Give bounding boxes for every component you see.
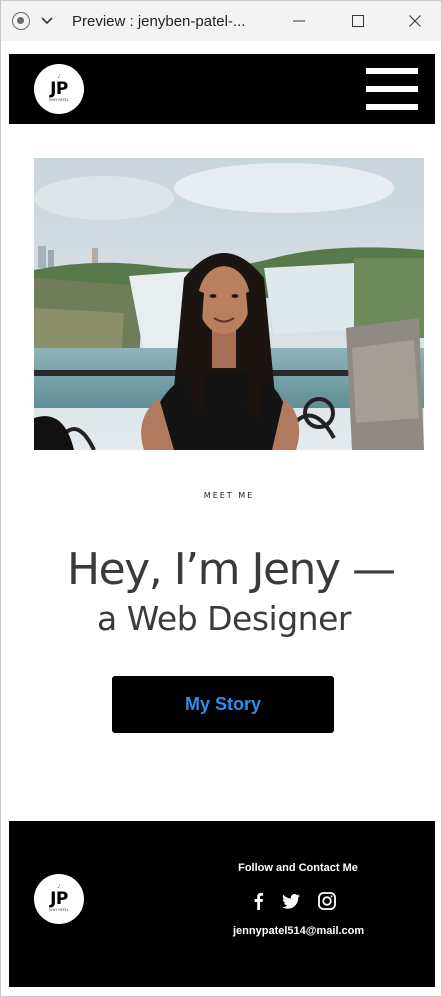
title-bar: Preview : jenyben-patel-... — [1, 1, 441, 41]
menu-bar — [366, 68, 418, 74]
maximize-icon — [352, 15, 364, 27]
instagram-icon[interactable] — [317, 891, 337, 911]
page-content: ♪ JP JENY PATEL MEET ME Hey, I’m Jeny — … — [9, 54, 435, 987]
follow-title: Follow and Contact Me — [238, 862, 358, 874]
headline-line-2: a Web Designer — [97, 599, 351, 638]
logo-subtitle: JENY PATEL — [49, 908, 69, 912]
close-button[interactable] — [402, 9, 428, 33]
twitter-icon[interactable] — [281, 891, 301, 911]
menu-bar — [366, 104, 418, 110]
site-footer: ♪ JP JENY PATEL Follow and Contact Me je… — [9, 821, 435, 987]
headline-line-1: Hey, I’m Jeny — — [67, 544, 396, 595]
eyebrow-text: MEET ME — [203, 491, 255, 500]
minimize-button[interactable] — [286, 9, 312, 33]
hero-photo — [34, 158, 424, 450]
logo-subtitle: JENY PATEL — [49, 98, 69, 102]
site-header: ♪ JP JENY PATEL — [9, 54, 435, 124]
logo-monogram: JP — [50, 889, 68, 909]
window-title: Preview : jenyben-patel-... — [72, 13, 246, 30]
logo-monogram: JP — [50, 79, 68, 99]
footer-logo[interactable]: ♪ JP JENY PATEL — [34, 874, 84, 924]
chevron-down-icon[interactable] — [39, 12, 55, 28]
record-icon[interactable] — [12, 12, 30, 30]
maximize-button[interactable] — [345, 9, 371, 33]
menu-bar — [366, 86, 418, 92]
menu-button[interactable] — [366, 68, 418, 110]
my-story-button[interactable]: My Story — [112, 676, 334, 733]
facebook-icon[interactable] — [248, 891, 268, 911]
minimize-icon — [293, 20, 305, 22]
browser-window: Preview : jenyben-patel-... ♪ JP JENY PA… — [0, 0, 442, 997]
close-icon — [409, 15, 421, 27]
portrait-image — [34, 158, 424, 450]
contact-email-link[interactable]: jennypatel514@mail.com — [233, 925, 364, 937]
site-logo[interactable]: ♪ JP JENY PATEL — [34, 64, 84, 114]
